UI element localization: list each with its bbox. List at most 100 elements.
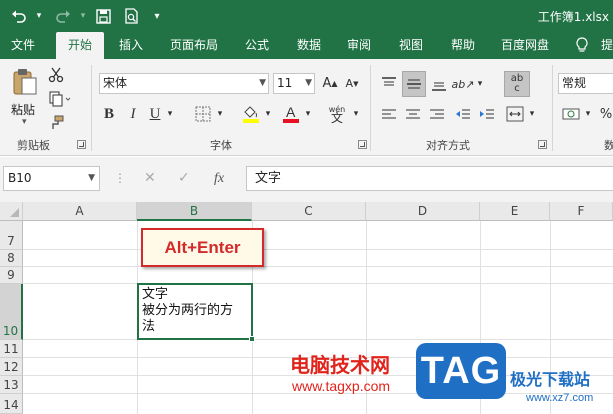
enter-icon[interactable]: ✓: [178, 166, 190, 191]
active-cell-b10[interactable]: 文字 被分为两行的方 法: [137, 283, 255, 342]
tab-file[interactable]: 文件: [4, 32, 42, 59]
column-header-e[interactable]: E: [480, 202, 550, 221]
font-size-value: 11: [277, 76, 293, 90]
formula-input[interactable]: 文字: [246, 166, 613, 191]
tab-home[interactable]: 开始: [56, 32, 104, 59]
font-name-value: 宋体: [103, 76, 128, 90]
italic-icon[interactable]: I: [124, 103, 142, 125]
watermark-url: www.tagxp.com: [292, 378, 391, 394]
number-format-value: 常规: [562, 76, 587, 90]
customize-toolbar-icon[interactable]: ▾: [146, 5, 168, 27]
print-preview-icon[interactable]: [120, 5, 142, 27]
paste-button-label[interactable]: 粘贴: [11, 101, 35, 118]
align-middle-icon[interactable]: [402, 71, 426, 97]
column-header-d[interactable]: D: [366, 202, 480, 221]
bold-icon[interactable]: B: [100, 103, 118, 125]
number-format-select[interactable]: 常规: [558, 73, 613, 94]
save-icon[interactable]: [92, 5, 114, 27]
alignment-group-label: 对齐方式: [426, 139, 470, 152]
paste-icon[interactable]: [10, 67, 40, 97]
orientation-icon[interactable]: ab↗: [452, 73, 475, 95]
increase-indent-icon[interactable]: [476, 105, 498, 125]
row-header-8[interactable]: 8: [0, 250, 23, 267]
formula-bar: B10 ▼ ⋮ ✕ ✓ fx 文字: [0, 157, 613, 202]
fill-color-dropdown-icon[interactable]: ▾: [262, 103, 274, 125]
cell-text-line-3: 法: [142, 319, 156, 334]
redo-dropdown-icon[interactable]: ▾: [72, 5, 94, 27]
ribbon-tabs: 文件 开始 插入 页面布局 公式 数据 审阅 视图 帮助 百度网盘 提: [0, 32, 613, 59]
clipboard-launcher-icon[interactable]: [77, 140, 86, 149]
wrap-text-icon[interactable]: ab c: [504, 71, 530, 97]
row-header-9[interactable]: 9: [0, 267, 23, 284]
select-all-button[interactable]: [0, 202, 23, 221]
underline-icon[interactable]: U: [146, 103, 164, 125]
tab-review[interactable]: 审阅: [340, 32, 378, 59]
tab-baidu-netdisk[interactable]: 百度网盘: [494, 32, 556, 59]
tab-tell-me[interactable]: 提: [598, 32, 613, 59]
ribbon-separator: [370, 65, 371, 151]
font-color-dropdown-icon[interactable]: ▾: [302, 103, 314, 125]
fill-color-icon[interactable]: [240, 103, 262, 125]
undo-icon[interactable]: [8, 5, 30, 27]
underline-dropdown-icon[interactable]: ▾: [164, 103, 176, 125]
column-header-a[interactable]: A: [23, 202, 137, 221]
align-bottom-icon[interactable]: [428, 73, 450, 95]
align-right-icon[interactable]: [426, 105, 448, 125]
orientation-dropdown-icon[interactable]: ▾: [474, 73, 486, 95]
cell-text-line-1: 文字: [142, 287, 169, 302]
lightbulb-icon[interactable]: [572, 32, 592, 59]
name-box-value: B10: [8, 171, 32, 185]
cancel-icon[interactable]: ✕: [144, 166, 156, 191]
redo-icon[interactable]: [52, 5, 74, 27]
decrease-indent-icon[interactable]: [452, 105, 474, 125]
insert-function-icon[interactable]: fx: [214, 166, 224, 191]
align-top-icon[interactable]: [378, 73, 400, 95]
tab-view[interactable]: 视图: [392, 32, 430, 59]
undo-dropdown-icon[interactable]: ▾: [28, 5, 50, 27]
merge-dropdown-icon[interactable]: ▾: [526, 103, 538, 125]
column-header-c[interactable]: C: [252, 202, 366, 221]
percent-icon[interactable]: %: [598, 103, 613, 125]
cut-icon[interactable]: [46, 65, 66, 85]
column-header-b[interactable]: B: [137, 202, 252, 221]
tab-page-layout[interactable]: 页面布局: [166, 32, 222, 59]
phonetic-guide-icon[interactable]: wén 文: [324, 101, 350, 127]
row-header-14[interactable]: 14: [0, 394, 23, 414]
font-color-icon[interactable]: A: [280, 103, 302, 125]
watermark-logo: TAG: [416, 343, 506, 399]
merge-center-icon[interactable]: [504, 103, 526, 125]
increase-font-icon[interactable]: A ▲: [320, 73, 340, 94]
row-header-13[interactable]: 13: [0, 376, 23, 394]
font-size-select[interactable]: 11 ▼: [273, 73, 315, 94]
watermark-right-url: www.xz7.com: [526, 392, 594, 404]
name-box[interactable]: B10 ▼: [3, 166, 100, 191]
accounting-format-icon[interactable]: [560, 103, 582, 125]
borders-dropdown-icon[interactable]: ▾: [214, 103, 226, 125]
copy-icon[interactable]: [46, 89, 74, 109]
row-header-10[interactable]: 10: [0, 284, 23, 340]
align-left-icon[interactable]: [378, 105, 400, 125]
column-header-f[interactable]: F: [550, 202, 613, 221]
decrease-font-icon[interactable]: A ▼: [342, 73, 362, 94]
font-name-select[interactable]: 宋体 ▼: [99, 73, 269, 94]
font-launcher-icon[interactable]: [358, 140, 367, 149]
row-header-12[interactable]: 12: [0, 358, 23, 376]
gridline: [23, 249, 613, 250]
alignment-launcher-icon[interactable]: [538, 140, 547, 149]
tab-help[interactable]: 帮助: [444, 32, 482, 59]
accounting-dropdown-icon[interactable]: ▾: [582, 103, 594, 125]
tab-insert[interactable]: 插入: [112, 32, 150, 59]
tab-data[interactable]: 数据: [290, 32, 328, 59]
align-center-icon[interactable]: [402, 105, 424, 125]
number-group-label: 数: [604, 139, 613, 152]
format-painter-icon[interactable]: [46, 113, 66, 133]
ribbon: 粘贴 ▾ 剪贴板 宋体 ▼ 11 ▼ A ▲ A ▼ B I U ▾ ▾ ▾ A ▾…: [0, 59, 613, 156]
row-header-7[interactable]: 7: [0, 221, 23, 250]
phonetic-dropdown-icon[interactable]: ▾: [350, 103, 362, 125]
paste-dropdown-icon[interactable]: ▾: [22, 117, 27, 127]
fill-handle[interactable]: [249, 336, 255, 342]
row-header-11[interactable]: 11: [0, 340, 23, 358]
borders-icon[interactable]: [192, 103, 214, 125]
tab-formulas[interactable]: 公式: [238, 32, 276, 59]
watermark-right-text: 极光下载站: [510, 372, 591, 389]
